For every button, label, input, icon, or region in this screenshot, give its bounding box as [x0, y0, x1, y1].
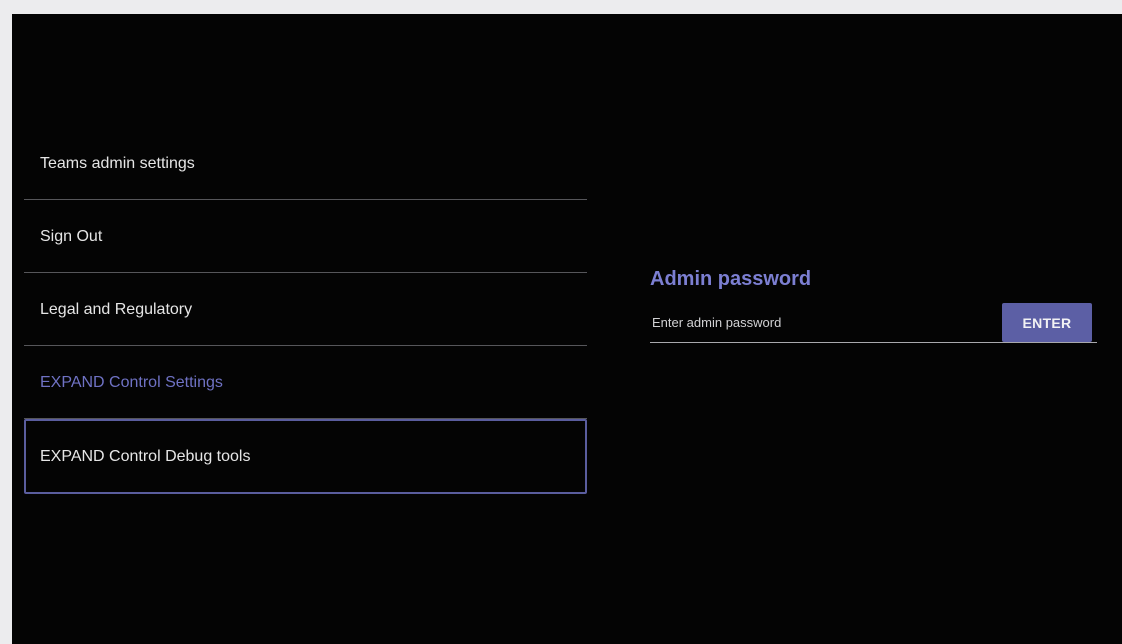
admin-password-title: Admin password — [650, 268, 812, 290]
device-screen: Teams admin settings Sign Out Legal and … — [12, 14, 1122, 644]
settings-menu: Teams admin settings Sign Out Legal and … — [24, 127, 587, 494]
menu-item-expand-control-debug-tools[interactable]: EXPAND Control Debug tools — [24, 419, 587, 494]
menu-item-sign-out[interactable]: Sign Out — [24, 200, 587, 273]
enter-button[interactable]: ENTER — [1002, 303, 1092, 342]
menu-item-label: EXPAND Control Settings — [40, 373, 223, 391]
menu-item-label: Sign Out — [40, 227, 103, 245]
menu-item-expand-control-settings[interactable]: EXPAND Control Settings — [24, 346, 587, 419]
admin-password-input[interactable] — [650, 303, 990, 341]
menu-item-label: Legal and Regulatory — [40, 300, 193, 318]
menu-item-label: EXPAND Control Debug tools — [40, 447, 251, 465]
admin-password-panel: Admin password ENTER — [650, 266, 1097, 343]
menu-item-teams-admin-settings[interactable]: Teams admin settings — [24, 127, 587, 200]
admin-password-row: ENTER — [650, 303, 1097, 343]
menu-item-legal-and-regulatory[interactable]: Legal and Regulatory — [24, 273, 587, 346]
menu-item-label: Teams admin settings — [40, 154, 195, 172]
